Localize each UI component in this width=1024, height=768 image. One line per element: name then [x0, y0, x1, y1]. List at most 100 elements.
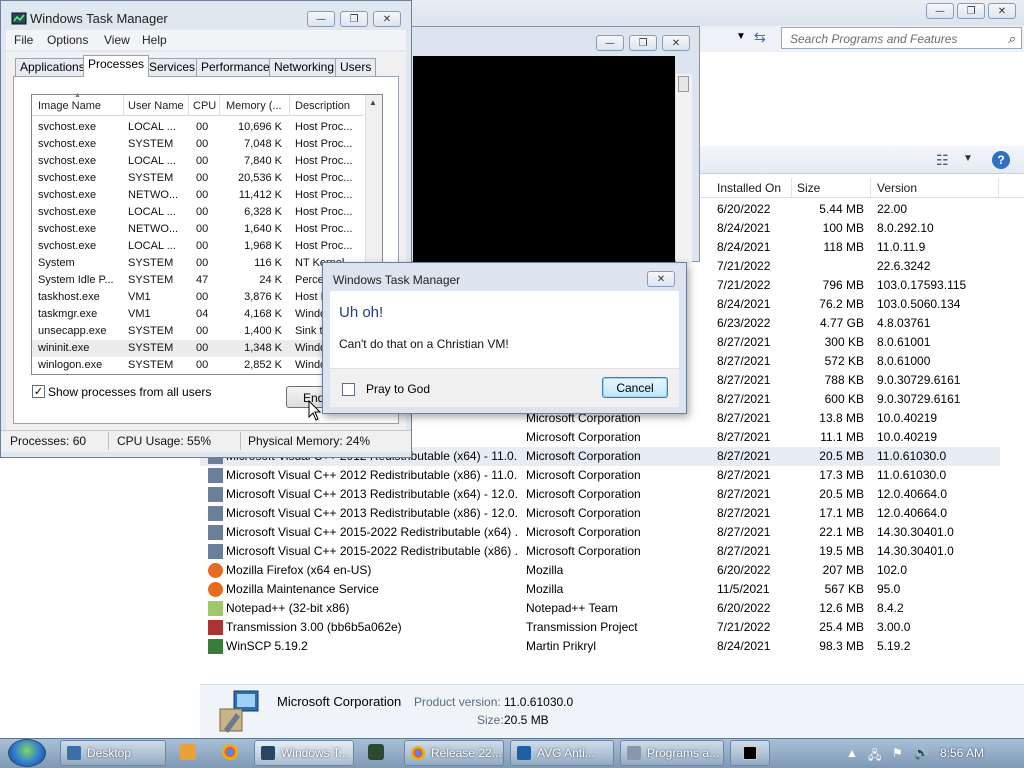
table-row[interactable]: taskhost.exe VM1 00 3,876 K Host Proc [32, 289, 364, 306]
close-button[interactable]: ✕ [988, 3, 1016, 19]
minimize-button[interactable]: — [926, 3, 954, 19]
chrome-icon[interactable] [222, 744, 238, 760]
console-scrollbar[interactable] [676, 74, 692, 264]
table-row[interactable]: System SYSTEM 00 116 K NT Kernel [32, 255, 364, 272]
pray-to-god-checkbox[interactable] [342, 383, 355, 396]
process-cpu: 00 [196, 155, 209, 167]
cancel-button[interactable]: Cancel [602, 377, 668, 398]
table-row[interactable]: svchost.exe LOCAL ... 00 1,968 K Host Proc..… [32, 238, 364, 255]
tab-applications[interactable]: Applications [15, 58, 90, 76]
table-row[interactable]: Notepad++ (32-bit x86) Notepad++ Team 6/20… [200, 599, 1000, 618]
menu-help[interactable]: Help [142, 33, 167, 47]
program-icon [208, 582, 223, 597]
table-row[interactable]: svchost.exe LOCAL ... 00 7,840 K Host Proc..… [32, 153, 364, 170]
program-size: 20.5 MB [819, 487, 864, 501]
table-row[interactable]: svchost.exe LOCAL ... 00 6,328 K Host Proc..… [32, 204, 364, 221]
table-row[interactable]: System Idle P...SYSTEM4724 KPercentage [32, 272, 364, 289]
taskbar-item-chrome-release[interactable]: Release 22.... [404, 740, 504, 766]
column-image-name[interactable]: Image Name [38, 100, 101, 112]
column-cpu[interactable]: CPU [193, 100, 216, 112]
scrollbar-thumb[interactable] [678, 76, 689, 92]
table-row[interactable]: Mozilla Firefox (x64 en-US) Mozilla 6/20/2… [200, 561, 1000, 580]
program-icon [208, 563, 223, 578]
process-cpu: 00 [196, 291, 209, 303]
program-installed-on: 8/24/2021 [717, 240, 771, 254]
history-dropdown-icon[interactable]: ▼ [736, 31, 746, 42]
column-user-name[interactable]: User Name [128, 100, 184, 112]
table-row[interactable]: wininit.exe SYSTEM 00 1,348 K Windows [32, 340, 364, 357]
volume-icon[interactable]: 🔊 [914, 746, 929, 760]
table-row[interactable]: taskmgr.exe VM1 04 4,168 K Windows [32, 306, 364, 323]
chevron-down-icon[interactable]: ▼ [963, 153, 973, 164]
program-size: 207 MB [822, 563, 864, 577]
minimize-button[interactable]: — [596, 35, 624, 51]
tab-processes[interactable]: Processes [83, 55, 150, 77]
table-row[interactable]: winlogon.exe SYSTEM 00 2,852 K Windows [32, 357, 364, 374]
table-row[interactable]: Microsoft Visual C++ 2015-2022 Redistrib… [200, 523, 1000, 542]
menu-options[interactable]: Options [47, 33, 88, 47]
column-version[interactable]: Version [877, 181, 917, 195]
maximize-button[interactable]: ❐ [340, 11, 368, 27]
action-center-flag-icon[interactable]: ⚑ [892, 746, 903, 760]
network-icon[interactable]: 🖧 [868, 746, 881, 767]
tab-networking[interactable]: Networking [269, 58, 340, 76]
column-memory[interactable]: Memory (... [226, 100, 282, 112]
app-bird-icon[interactable] [368, 744, 384, 760]
close-button[interactable]: ✕ [373, 11, 401, 27]
view-options-icon[interactable]: ☷ [936, 152, 949, 169]
taskbar-item-avg[interactable]: AVG Anti... [510, 740, 614, 766]
maximize-button[interactable]: ❐ [957, 3, 985, 19]
process-cpu: 00 [196, 257, 209, 269]
program-size: 300 KB [824, 335, 864, 349]
table-row[interactable]: Microsoft Visual C++ 2013 Redistributabl… [200, 504, 1000, 523]
process-cpu: 00 [196, 240, 209, 252]
table-row[interactable]: svchost.exe LOCAL ... 00 10,696 K Host Proc.… [32, 119, 364, 136]
close-button[interactable]: ✕ [662, 35, 690, 51]
table-row[interactable]: Microsoft Visual C++ 2015-2022 Redistrib… [200, 542, 1000, 561]
console-icon [743, 746, 757, 760]
refresh-icon[interactable]: ⇆ [754, 29, 766, 46]
taskbar-item-task-manager[interactable]: Windows T... [254, 740, 354, 766]
column-size[interactable]: Size [797, 181, 820, 195]
tab-users[interactable]: Users [335, 58, 377, 76]
maximize-button[interactable]: ❐ [629, 35, 657, 51]
scroll-up-arrow-icon[interactable]: ▲ [369, 98, 377, 107]
taskbar-item-desktop[interactable]: Desktop [60, 740, 166, 766]
tab-performance[interactable]: Performance [196, 58, 275, 76]
task-manager-icon [261, 746, 275, 760]
table-row[interactable]: Microsoft Visual C++ 2013 Redistributabl… [200, 485, 1000, 504]
program-size: 4.77 GB [819, 316, 864, 330]
program-name: WinSCP 5.19.2 [226, 639, 308, 653]
process-image-name: svchost.exe [38, 189, 97, 201]
help-icon[interactable]: ? [992, 151, 1010, 169]
table-row[interactable]: svchost.exe SYSTEM 00 7,048 K Host Proc... [32, 136, 364, 153]
taskbar-item-console[interactable] [730, 740, 770, 766]
tab-services[interactable]: Services [144, 58, 201, 76]
program-installed-on: 7/21/2022 [717, 259, 771, 273]
table-row[interactable]: WinSCP 5.19.2 Martin Prikryl 8/24/2021 98.3… [200, 637, 1000, 656]
menu-file[interactable]: File [14, 33, 33, 47]
table-row[interactable]: svchost.exe SYSTEM 00 20,536 K Host Proc... [32, 170, 364, 187]
taskbar-item-programs[interactable]: Programs a... [620, 740, 724, 766]
taskbar-clock[interactable]: 8:56 AM [940, 746, 984, 760]
program-size: 22.1 MB [819, 525, 864, 539]
dialog-title: Windows Task Manager [333, 273, 461, 287]
column-installed-on[interactable]: Installed On [717, 181, 781, 195]
column-description[interactable]: Description [295, 100, 350, 112]
menu-view[interactable]: View [104, 33, 130, 47]
tray-expand-icon[interactable]: ▲ [846, 746, 858, 760]
show-all-processes-checkbox[interactable]: ✓ [32, 385, 45, 398]
search-input[interactable]: Search Programs and Features ⌕ [781, 27, 1022, 49]
start-button[interactable] [8, 739, 46, 767]
media-player-icon[interactable] [180, 744, 196, 760]
table-row[interactable]: Transmission 3.00 (bb6b5a062e) Transmissi… [200, 618, 1000, 637]
table-row[interactable]: Microsoft Visual C++ 2012 Redistributabl… [200, 466, 1000, 485]
table-row[interactable]: unsecapp.exe SYSTEM 00 1,400 K Sink to [32, 323, 364, 340]
minimize-button[interactable]: — [307, 11, 335, 27]
table-row[interactable]: svchost.exe NETWO... 00 1,640 K Host Proc... [32, 221, 364, 238]
table-row[interactable]: svchost.exe NETWO... 00 11,412 K Host Proc..… [32, 187, 364, 204]
search-icon[interactable]: ⌕ [1008, 31, 1015, 47]
console-screen[interactable] [413, 56, 675, 262]
dialog-close-button[interactable]: ✕ [647, 271, 675, 287]
table-row[interactable]: Mozilla Maintenance Service Mozilla 11/5/2… [200, 580, 1000, 599]
